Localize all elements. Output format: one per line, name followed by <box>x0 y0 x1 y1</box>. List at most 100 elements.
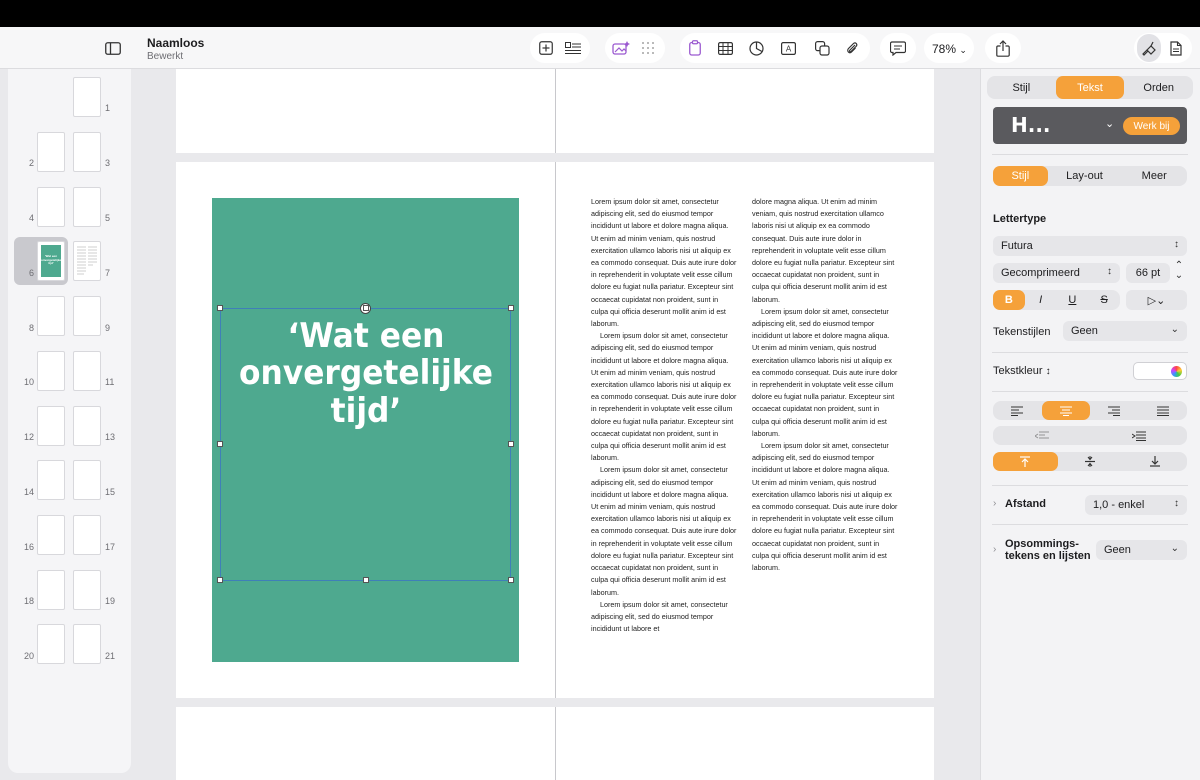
align-right-icon[interactable] <box>1090 401 1139 420</box>
up-down-chevron-icon: ↕ <box>1107 266 1112 277</box>
page-thumbnail-6[interactable]: 'Wat een onvergetelijke tijd' <box>37 241 65 281</box>
page-thumbnail-13[interactable] <box>73 406 101 446</box>
page-thumbnail-1[interactable] <box>73 77 101 117</box>
spacing-select[interactable]: 1,0 - enkel ↕ <box>1085 495 1187 515</box>
align-top-icon[interactable] <box>993 452 1058 471</box>
chevron-down-icon: ⌄ <box>1105 118 1115 130</box>
strikethrough-button[interactable]: S <box>1088 290 1120 310</box>
page-thumbnail-15[interactable] <box>73 460 101 500</box>
resize-handle-bottom-right[interactable] <box>508 577 514 583</box>
resize-handle-right[interactable] <box>508 441 514 447</box>
decrease-indent-icon[interactable] <box>993 426 1090 445</box>
increase-indent-icon[interactable] <box>1090 426 1187 445</box>
page-number-2: 2 <box>28 158 34 168</box>
page-thumbnail-3[interactable] <box>73 132 101 172</box>
char-styles-select[interactable]: Geen ⌄ <box>1063 321 1187 341</box>
table-icon[interactable] <box>716 35 734 61</box>
page-thumbnail-14[interactable] <box>37 460 65 500</box>
resize-handle-top-right[interactable] <box>508 305 514 311</box>
page-thumbnail-5[interactable] <box>73 187 101 227</box>
subtab-style[interactable]: Stijl <box>993 166 1048 186</box>
page-thumbnail-17[interactable] <box>73 515 101 555</box>
resize-handle-left[interactable] <box>217 441 223 447</box>
grid-icon[interactable] <box>640 35 656 61</box>
text-options-button[interactable]: ▷⌄ <box>1126 290 1187 310</box>
image-playground-icon[interactable] <box>611 35 631 61</box>
page-thumbnail-7[interactable] <box>73 241 101 281</box>
add-page-icon[interactable] <box>537 35 555 61</box>
underline-button[interactable]: U <box>1057 290 1089 310</box>
page-thumbnail-10[interactable] <box>37 351 65 391</box>
page-thumbnail-12[interactable] <box>37 406 65 446</box>
italic-button[interactable]: I <box>1025 290 1057 310</box>
document-icon[interactable] <box>1167 35 1185 61</box>
subtab-more[interactable]: Meer <box>1121 166 1187 186</box>
font-size-field[interactable]: 66 pt <box>1126 263 1170 283</box>
clipboard-icon[interactable] <box>686 35 704 61</box>
page-thumbnail-20[interactable] <box>37 624 65 664</box>
body-text-column-2[interactable]: dolore magna aliqua. Ut enim ad minim ve… <box>752 196 898 604</box>
align-center-icon[interactable] <box>1041 401 1090 420</box>
text-color-well[interactable] <box>1133 362 1187 380</box>
resize-handle-top-left[interactable] <box>217 305 223 311</box>
page-thumbnail-11[interactable] <box>73 351 101 391</box>
font-size-stepper[interactable]: ⌃ ⌄ <box>1172 261 1186 285</box>
divider <box>992 154 1188 155</box>
paragraph-style-icon[interactable] <box>563 35 583 61</box>
text-options-icon: ▷⌄ <box>1147 294 1166 307</box>
zoom-select[interactable]: 78% ⌄ <box>932 42 967 56</box>
resize-handle-top[interactable] <box>363 305 369 311</box>
page-thumbnail-9[interactable] <box>73 296 101 336</box>
font-family-select[interactable]: Futura ↕ <box>993 236 1187 256</box>
paragraph-style-picker[interactable]: H... ⌄ Werk bij <box>993 107 1187 144</box>
align-middle-icon[interactable] <box>1058 452 1123 471</box>
chevron-right-icon[interactable]: › <box>993 544 996 555</box>
format-brush-icon[interactable] <box>1137 34 1161 62</box>
align-left-icon[interactable] <box>993 401 1042 420</box>
sidebar-toggle-icon[interactable] <box>103 35 123 61</box>
char-styles-label: Tekenstijlen <box>993 326 1051 338</box>
attachment-icon[interactable] <box>843 35 861 61</box>
bullets-label-line: Opsommings- <box>1005 538 1079 550</box>
subtab-layout[interactable]: Lay-out <box>1048 166 1122 186</box>
typeface-value: Gecomprimeerd <box>1001 267 1080 279</box>
text-color-label[interactable]: Tekstkleur ↕ <box>993 365 1051 377</box>
align-bottom-icon[interactable] <box>1122 452 1187 471</box>
body-text-column-1[interactable]: Lorem ipsum dolor sit amet, consectetur … <box>591 196 737 664</box>
chevron-right-icon[interactable]: › <box>993 498 996 509</box>
update-style-button[interactable]: Werk bij <box>1123 117 1180 135</box>
bold-button[interactable]: B <box>993 290 1025 310</box>
typeface-select[interactable]: Gecomprimeerd ↕ <box>993 263 1120 283</box>
paragraph: Lorem ipsum dolor sit amet, consectetur … <box>752 306 898 438</box>
selection-frame <box>220 308 511 581</box>
paragraph: Lorem ipsum dolor sit amet, consectetur … <box>752 441 898 573</box>
resize-handle-bottom[interactable] <box>363 577 369 583</box>
page-thumbnail-8[interactable] <box>37 296 65 336</box>
page-thumbnail-18[interactable] <box>37 570 65 610</box>
spacing-label: Afstand <box>1005 498 1046 510</box>
page-number-5: 5 <box>105 213 111 223</box>
share-icon[interactable] <box>994 35 1012 61</box>
page-number-13: 13 <box>105 432 116 442</box>
color-wheel-icon[interactable] <box>1171 366 1182 377</box>
chart-icon[interactable] <box>747 35 765 61</box>
tab-style[interactable]: Stijl <box>987 76 1056 99</box>
comment-icon[interactable] <box>889 35 907 61</box>
tab-arrange[interactable]: Orden <box>1124 76 1193 99</box>
bullets-select[interactable]: Geen ⌄ <box>1096 540 1187 560</box>
spacing-value: 1,0 - enkel <box>1093 499 1145 511</box>
document-title[interactable]: Naamloos <box>147 36 204 50</box>
page-number-12: 12 <box>23 432 34 442</box>
page-thumbnail-16[interactable] <box>37 515 65 555</box>
page-thumbnail-19[interactable] <box>73 570 101 610</box>
bullets-label: Opsommings- tekens en lijsten <box>1005 538 1091 562</box>
page-thumbnail-2[interactable] <box>37 132 65 172</box>
page-thumbnail-4[interactable] <box>37 187 65 227</box>
tab-text[interactable]: Tekst <box>1055 76 1125 99</box>
page-number-6: 6 <box>28 268 34 278</box>
page-thumbnail-21[interactable] <box>73 624 101 664</box>
resize-handle-bottom-left[interactable] <box>217 577 223 583</box>
justify-icon[interactable] <box>1139 401 1188 420</box>
text-box-icon[interactable]: A <box>779 35 797 61</box>
shape-icon[interactable] <box>813 35 831 61</box>
